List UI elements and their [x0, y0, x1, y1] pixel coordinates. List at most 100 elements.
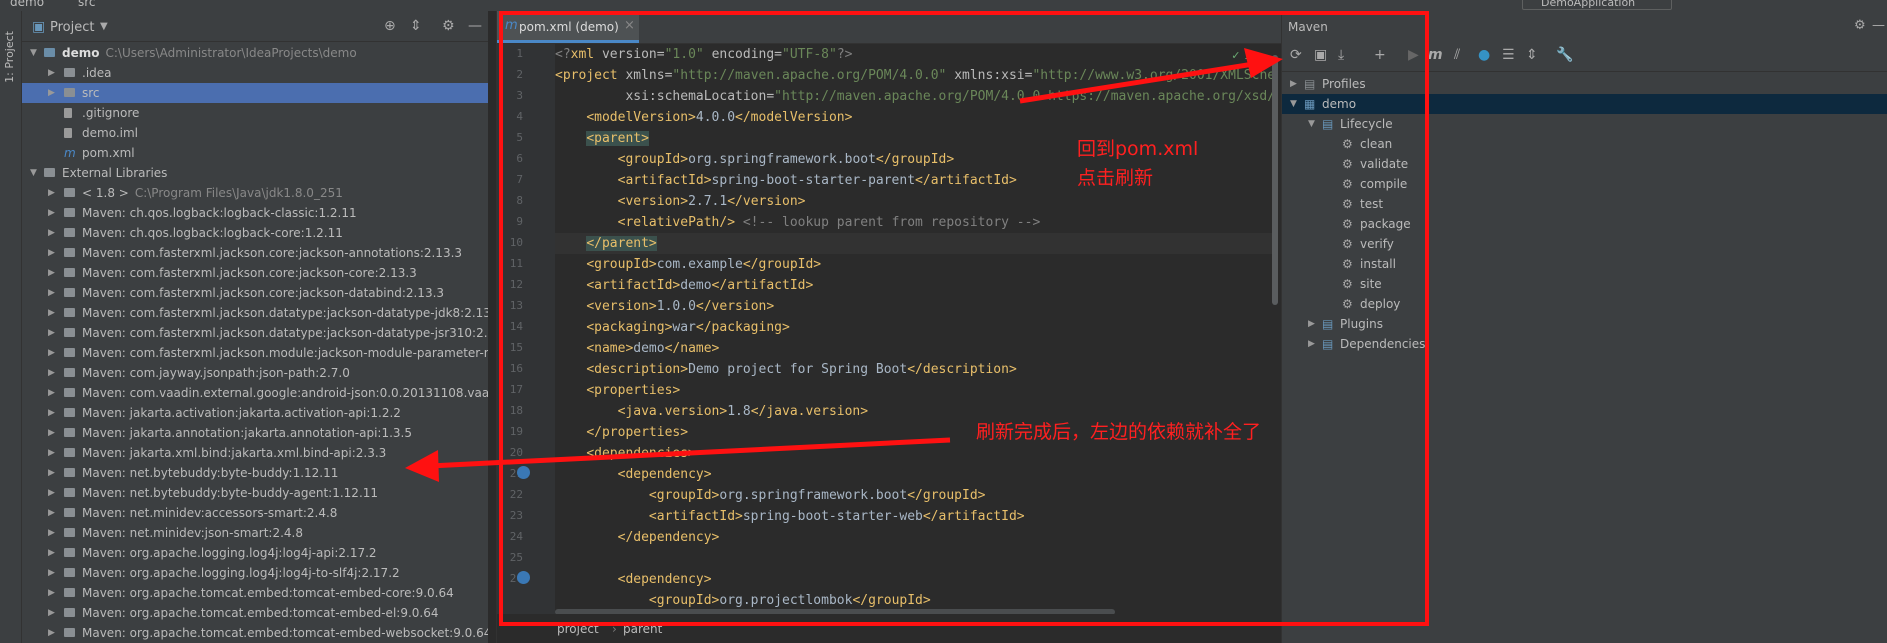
- library-item[interactable]: ▶ Maven: jakarta.annotation:jakarta.annot…: [22, 423, 488, 443]
- breadcrumb-project[interactable]: demo: [10, 0, 44, 9]
- library-item[interactable]: ▶ Maven: jakarta.xml.bind:jakarta.xml.bin…: [22, 443, 488, 463]
- reload-icon[interactable]: ⟳: [1290, 47, 1302, 63]
- run-gutter-icon[interactable]: [517, 466, 530, 479]
- maven-lifecycle[interactable]: ▼ ▤ Lifecycle: [1282, 114, 1887, 134]
- library-item[interactable]: ▶ Maven: com.fasterxml.jackson.datatype:j…: [22, 303, 488, 323]
- maven-goal-verify[interactable]: ⚙ verify: [1282, 234, 1887, 254]
- gear-icon[interactable]: ⚙: [1854, 18, 1866, 33]
- tree-item-pom[interactable]: m pom.xml: [22, 143, 488, 163]
- maven-dependencies[interactable]: ▶ ▤ Dependencies: [1282, 334, 1887, 354]
- library-item[interactable]: ▶ Maven: org.apache.tomcat.embed:tomcat-e…: [22, 603, 488, 623]
- hide-icon[interactable]: —: [1872, 18, 1885, 33]
- library-item[interactable]: ▶ Maven: com.vaadin.external.google:andro…: [22, 383, 488, 403]
- maven-profiles[interactable]: ▶ ▤ Profiles: [1282, 74, 1887, 94]
- library-item[interactable]: ▶ Maven: net.bytebuddy:byte-buddy-agent:1…: [22, 483, 488, 503]
- library-item[interactable]: ▶ Maven: ch.qos.logback:logback-classic:1…: [22, 203, 488, 223]
- library-item[interactable]: ▶ Maven: jakarta.activation:jakarta.activ…: [22, 403, 488, 423]
- library-item[interactable]: ▶ Maven: net.minidev:json-smart:2.4.8: [22, 523, 488, 543]
- run-icon[interactable]: ▶: [1408, 47, 1419, 63]
- expand-arrow-icon[interactable]: ▼: [30, 163, 37, 183]
- toggle-offline-icon[interactable]: ⫽: [1454, 47, 1460, 63]
- maven-goal-site[interactable]: ⚙ site: [1282, 274, 1887, 294]
- expand-arrow-icon[interactable]: ▼: [30, 43, 37, 63]
- expand-arrow-icon[interactable]: ▶: [48, 623, 55, 643]
- expand-arrow-icon[interactable]: ▶: [48, 183, 55, 203]
- maven-goal-package[interactable]: ⚙ package: [1282, 214, 1887, 234]
- generate-sources-icon[interactable]: ▣: [1314, 47, 1327, 63]
- locate-icon[interactable]: ⊕: [384, 18, 396, 34]
- tree-root[interactable]: ▼ demo C:\Users\Administrator\IdeaProject…: [22, 43, 488, 63]
- run-config-dropdown[interactable]: DemoApplication: [1522, 0, 1672, 10]
- expand-arrow-icon[interactable]: ▶: [48, 63, 55, 83]
- expand-arrow-icon[interactable]: ▶: [48, 323, 55, 343]
- expand-arrow-icon[interactable]: ▶: [48, 383, 55, 403]
- expand-arrow-icon[interactable]: ▶: [48, 423, 55, 443]
- execute-goal-icon[interactable]: m: [1428, 47, 1443, 63]
- library-item[interactable]: ▶ Maven: com.jayway.jsonpath:json-path:2.…: [22, 363, 488, 383]
- expand-arrow-icon[interactable]: ▶: [48, 603, 55, 623]
- wrench-icon[interactable]: 🔧: [1556, 47, 1573, 63]
- expand-arrow-icon[interactable]: ▶: [48, 343, 55, 363]
- maven-goal-clean[interactable]: ⚙ clean: [1282, 134, 1887, 154]
- breadcrumb-parent[interactable]: parent: [623, 622, 662, 636]
- library-item[interactable]: ▶ Maven: com.fasterxml.jackson.core:jacks…: [22, 263, 488, 283]
- expand-arrow-icon[interactable]: ▶: [48, 483, 55, 503]
- expand-arrow-icon[interactable]: ▶: [48, 583, 55, 603]
- project-tool-tab[interactable]: 1: Project: [3, 31, 16, 83]
- show-dependencies-icon[interactable]: ☰: [1502, 47, 1515, 63]
- hide-icon[interactable]: —: [468, 18, 482, 34]
- expand-arrow-icon[interactable]: ▶: [48, 223, 55, 243]
- maven-goal-test[interactable]: ⚙ test: [1282, 194, 1887, 214]
- tree-jdk[interactable]: ▶ < 1.8 > C:\Program Files\Java\jdk1.8.0_…: [22, 183, 488, 203]
- code-area[interactable]: <?xml version="1.0" encoding="UTF-8"?> <…: [555, 44, 1275, 614]
- library-item[interactable]: ▶ Maven: com.fasterxml.jackson.module:jac…: [22, 343, 488, 363]
- breadcrumb-src[interactable]: src: [78, 0, 96, 9]
- library-item[interactable]: ▶ Maven: org.apache.logging.log4j:log4j-t…: [22, 563, 488, 583]
- expand-arrow-icon[interactable]: ▶: [48, 403, 55, 423]
- tree-item-src[interactable]: ▶ src: [22, 83, 488, 103]
- editor-scrollbar[interactable]: [1272, 55, 1278, 305]
- expand-arrow-icon[interactable]: ▶: [48, 363, 55, 383]
- inspection-status[interactable]: ✓ 1: [1231, 49, 1251, 62]
- chevron-down-icon[interactable]: ▼: [100, 21, 108, 32]
- library-item[interactable]: ▶ Maven: com.fasterxml.jackson.core:jacks…: [22, 243, 488, 263]
- add-icon[interactable]: +: [1374, 47, 1386, 63]
- skip-tests-icon[interactable]: ●: [1478, 47, 1490, 63]
- expand-arrow-icon[interactable]: ▶: [48, 503, 55, 523]
- expand-arrow-icon[interactable]: ▶: [48, 463, 55, 483]
- tree-item-iml[interactable]: demo.iml: [22, 123, 488, 143]
- breadcrumb-project[interactable]: project: [557, 622, 599, 636]
- expand-arrow-icon[interactable]: ▶: [48, 243, 55, 263]
- maven-goal-install[interactable]: ⚙ install: [1282, 254, 1887, 274]
- library-item[interactable]: ▶ Maven: org.apache.tomcat.embed:tomcat-e…: [22, 583, 488, 603]
- close-icon[interactable]: ×: [624, 18, 635, 33]
- library-item[interactable]: ▶ Maven: net.bytebuddy:byte-buddy:1.12.11: [22, 463, 488, 483]
- run-gutter-icon[interactable]: [517, 571, 530, 584]
- expand-arrow-icon[interactable]: ▶: [48, 563, 55, 583]
- collapse-all-icon[interactable]: ⇕: [410, 18, 422, 34]
- tree-item-gitignore[interactable]: .gitignore: [22, 103, 488, 123]
- library-item[interactable]: ▶ Maven: ch.qos.logback:logback-core:1.2.…: [22, 223, 488, 243]
- project-panel-title[interactable]: Project: [50, 20, 94, 35]
- library-item[interactable]: ▶ Maven: com.fasterxml.jackson.core:jacks…: [22, 283, 488, 303]
- expand-arrow-icon[interactable]: ▶: [48, 203, 55, 223]
- library-item[interactable]: ▶ Maven: com.fasterxml.jackson.datatype:j…: [22, 323, 488, 343]
- expand-arrow-icon[interactable]: ▶: [48, 283, 55, 303]
- maven-plugins[interactable]: ▶ ▤ Plugins: [1282, 314, 1887, 334]
- gear-icon[interactable]: ⚙: [442, 18, 455, 34]
- expand-arrow-icon[interactable]: ▶: [48, 263, 55, 283]
- maven-project-demo[interactable]: ▼ ▦ demo: [1282, 94, 1887, 114]
- library-item[interactable]: ▶ Maven: org.apache.tomcat.embed:tomcat-e…: [22, 623, 488, 643]
- expand-arrow-icon[interactable]: ▶: [48, 303, 55, 323]
- library-item[interactable]: ▶ Maven: net.minidev:accessors-smart:2.4.…: [22, 503, 488, 523]
- expand-arrow-icon[interactable]: ▶: [48, 523, 55, 543]
- expand-arrow-icon[interactable]: ▶: [48, 83, 55, 103]
- maven-goal-compile[interactable]: ⚙ compile: [1282, 174, 1887, 194]
- tab-pom-xml[interactable]: m pom.xml (demo) ×: [497, 11, 639, 43]
- collapse-all-icon[interactable]: ⇕: [1526, 47, 1538, 63]
- library-item[interactable]: ▶ Maven: org.apache.logging.log4j:log4j-a…: [22, 543, 488, 563]
- expand-arrow-icon[interactable]: ▶: [48, 543, 55, 563]
- tree-item-idea[interactable]: ▶ .idea: [22, 63, 488, 83]
- maven-goal-deploy[interactable]: ⚙ deploy: [1282, 294, 1887, 314]
- tree-external-libraries[interactable]: ▼ External Libraries: [22, 163, 488, 183]
